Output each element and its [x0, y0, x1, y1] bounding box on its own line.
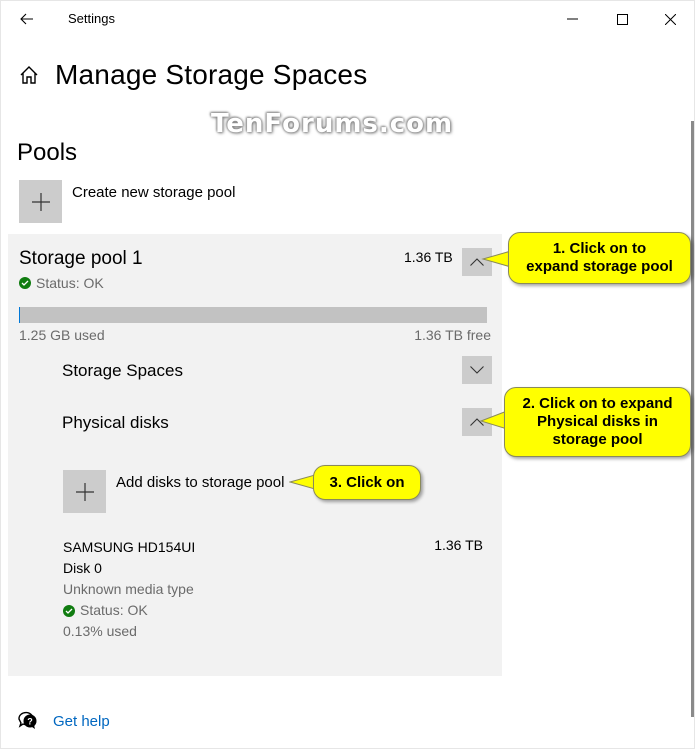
- pool-size: 1.36 TB: [404, 249, 453, 265]
- disk-name: SAMSUNG HD154UI: [63, 539, 196, 555]
- plus-icon: [75, 482, 94, 501]
- watermark: TenForums.com: [211, 109, 454, 139]
- close-icon: [664, 13, 676, 25]
- pool-status-text: Status: OK: [36, 275, 104, 291]
- callout-expand-storage-pool: 1. Click on to expand storage pool: [508, 232, 691, 284]
- disk-size: 1.36 TB: [434, 537, 483, 553]
- pool-status: Status: OK: [19, 275, 104, 291]
- create-storage-pool-label: Create new storage pool: [72, 184, 236, 201]
- pools-heading: Pools: [17, 139, 78, 166]
- pool-usage-bar: [19, 307, 487, 323]
- plus-icon: [31, 192, 50, 211]
- get-help-label: Get help: [53, 712, 110, 730]
- home-icon[interactable]: [19, 64, 41, 86]
- physical-disk-item[interactable]: SAMSUNG HD154UI Disk 0 Unknown media typ…: [63, 537, 487, 642]
- callout-2-line-3: storage pool: [552, 431, 643, 448]
- plus-tile: [19, 180, 62, 223]
- disk-used: 0.13% used: [63, 623, 137, 639]
- back-arrow-icon: [20, 13, 33, 25]
- status-ok-icon: [63, 604, 75, 617]
- callout-1-line-2: expand storage pool: [526, 258, 673, 275]
- app-title: Settings: [68, 11, 115, 26]
- add-disks-button[interactable]: Add disks to storage pool: [63, 470, 284, 513]
- plus-tile: [63, 470, 106, 513]
- disk-number: Disk 0: [63, 560, 102, 576]
- storage-spaces-expand-button[interactable]: [462, 356, 492, 384]
- pool-used-label: 1.25 GB used: [19, 327, 105, 343]
- storage-spaces-label: Storage Spaces: [62, 361, 183, 380]
- disk-media-type: Unknown media type: [63, 581, 194, 597]
- back-button[interactable]: [13, 7, 41, 31]
- maximize-icon: [616, 13, 628, 25]
- physical-disks-label: Physical disks: [62, 413, 169, 432]
- maximize-button[interactable]: [599, 5, 645, 33]
- minimize-button[interactable]: [549, 5, 595, 33]
- callout-add-disks: 3. Click on: [313, 465, 421, 500]
- close-button[interactable]: [647, 5, 693, 33]
- storage-pool-card: Storage pool 1 1.36 TB Status: OK 1.25 G…: [8, 234, 502, 676]
- svg-text:?: ?: [27, 717, 33, 727]
- disk-status-text: Status: OK: [80, 602, 148, 618]
- help-chat-icon: ?: [18, 711, 37, 729]
- title-bar: Settings: [1, 1, 694, 37]
- callout-2-line-1: 2. Click on to expand: [522, 395, 673, 412]
- scrollbar[interactable]: [691, 121, 694, 717]
- chevron-down-icon: [470, 366, 484, 374]
- status-ok-icon: [19, 277, 31, 289]
- get-help-link[interactable]: ? Get help: [17, 711, 110, 731]
- disk-status: Status: OK: [63, 600, 487, 621]
- pool-free-label: 1.36 TB free: [414, 327, 491, 343]
- page-header: Manage Storage Spaces: [19, 59, 367, 91]
- callout-1-line-1: 1. Click on to: [552, 240, 647, 257]
- add-disks-label: Add disks to storage pool: [116, 474, 285, 491]
- page-title: Manage Storage Spaces: [55, 59, 368, 90]
- callout-2-line-2: Physical disks in: [537, 413, 658, 430]
- create-storage-pool-button[interactable]: Create new storage pool: [19, 180, 235, 223]
- minimize-icon: [566, 18, 578, 20]
- settings-window: Settings Manage Storage Spaces TenForums…: [0, 0, 695, 749]
- callout-expand-physical-disks: 2. Click on to expand Physical disks in st…: [504, 387, 691, 457]
- pool-name: Storage pool 1: [19, 248, 143, 269]
